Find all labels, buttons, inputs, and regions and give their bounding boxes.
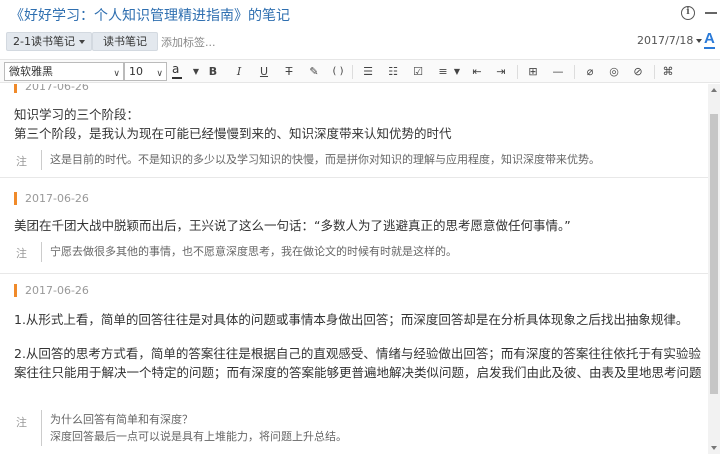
note-item: 2017-06-26 1.从形式上看，简单的回答往往是对具体的问题或事情本身做出… — [0, 282, 708, 454]
tag-chip[interactable]: 读书笔记 — [92, 32, 158, 51]
horizontal-rule-icon[interactable]: — — [551, 63, 565, 80]
note-text[interactable]: 案往往只能用于解决一个特定的问题；而有深度的答案能够更普遍地解决类似问题，启发我… — [14, 364, 702, 382]
italic-button[interactable]: I — [232, 63, 246, 80]
scroll-up-icon[interactable] — [711, 88, 717, 92]
date-label: 2017/7/18 — [637, 34, 694, 47]
comment-text[interactable]: 深度回答最后一点可以说是具有上堆能力，将问题上升总结。 — [50, 429, 347, 445]
numbered-list-icon[interactable]: ☷ — [386, 63, 400, 80]
font-family-select[interactable]: 微软雅黑 ∨ — [4, 62, 124, 81]
comment-bar — [41, 242, 42, 262]
font-family-value: 微软雅黑 — [9, 65, 53, 78]
note-text[interactable]: 知识学习的三个阶段： — [14, 106, 139, 124]
font-size-value: 10 — [129, 65, 143, 78]
toolbar-divider — [574, 65, 575, 79]
chevron-down-icon: ∨ — [156, 69, 163, 79]
chevron-down-icon: ∨ — [113, 69, 120, 79]
date-selector[interactable]: 2017/7/18 — [637, 34, 703, 47]
comment-text[interactable]: 这是目前的时代。不是知识的多少以及学习知识的快慢，而是拼你对知识的理解与应用程度… — [50, 152, 600, 168]
format-toolbar: 微软雅黑 ∨ 10 ∨ a ▼ B I U T ✎ ( ) ☰ ☷ ☑ ≡ ▼ ⇤ … — [0, 59, 720, 83]
title-bar: 《好好学习：个人知识管理精进指南》的笔记 i — [0, 0, 720, 28]
highlight-icon[interactable]: ✎ — [307, 63, 321, 80]
note-date: 2017-06-26 — [14, 192, 89, 205]
underline-button[interactable]: U — [257, 63, 271, 80]
toolbar-divider — [517, 65, 518, 79]
note-text[interactable]: 第三个阶段，是我认为现在可能已经慢慢到来的、知识深度带来认知优势的时代 — [14, 125, 452, 143]
scrollbar-thumb[interactable] — [710, 114, 718, 394]
bold-button[interactable]: B — [206, 63, 220, 80]
info-icon[interactable]: i — [681, 6, 695, 20]
text-color-label: a — [172, 62, 180, 76]
note-item: 2017-06-26 知识学习的三个阶段： 第三个阶段，是我认为现在可能已经慢慢… — [0, 84, 708, 186]
table-icon[interactable]: ⊞ — [526, 63, 540, 80]
scroll-down-icon[interactable] — [711, 446, 717, 450]
strikethrough-button[interactable]: T — [282, 63, 296, 80]
notebook-selector[interactable]: 2-1读书笔记 — [6, 32, 92, 51]
font-settings-icon[interactable]: A — [704, 31, 715, 49]
comment-text[interactable]: 宁愿去做很多其他的事情，也不愿意深度思考，我在做论文的时候有时就是这样的。 — [50, 244, 457, 260]
note-divider — [0, 177, 708, 178]
image-icon[interactable]: ◎ — [607, 63, 621, 80]
note-text[interactable]: 1.从形式上看，简单的回答往往是对具体的问题或事情本身做出回答；而深度回答却是在… — [14, 311, 688, 329]
toolbar-divider — [352, 65, 353, 79]
font-size-select[interactable]: 10 ∨ — [124, 62, 167, 81]
note-text[interactable]: 美团在千团大战中脱颖而出后，王兴说了这么一句话：“多数人为了逃避真正的思考愿意做… — [14, 217, 571, 235]
shortcut-button[interactable]: ⌘ — [661, 63, 675, 80]
bullet-list-icon[interactable]: ☰ — [361, 63, 375, 80]
outdent-icon[interactable]: ⇤ — [470, 63, 484, 80]
note-date: 2017-06-26 — [14, 284, 89, 297]
note-meta-bar: 2-1读书笔记 读书笔记 添加标签... 2017/7/18 A — [0, 30, 720, 52]
link-icon[interactable]: ⊘ — [631, 63, 645, 80]
note-divider — [0, 273, 708, 274]
text-color-dropdown-icon[interactable]: ▼ — [189, 63, 203, 80]
comment-label: 注 — [16, 155, 27, 168]
indent-icon[interactable]: ⇥ — [494, 63, 508, 80]
align-dropdown-icon[interactable]: ▼ — [450, 63, 464, 80]
note-date: 2017-06-26 — [14, 84, 89, 93]
comment-bar — [41, 150, 42, 170]
checkbox-list-icon[interactable]: ☑ — [411, 63, 425, 80]
code-button[interactable]: ( ) — [331, 63, 345, 80]
toolbar-divider — [654, 65, 655, 79]
minimize-icon[interactable] — [705, 12, 717, 14]
comment-bar — [41, 410, 42, 446]
notebook-label: 2-1读书笔记 — [13, 35, 75, 48]
window-title: 《好好学习：个人知识管理精进指南》的笔记 — [10, 8, 290, 24]
color-swatch — [172, 77, 182, 79]
add-tag-input[interactable]: 添加标签... — [161, 34, 216, 50]
attachment-icon[interactable]: ⌀ — [583, 63, 597, 80]
chevron-down-icon — [78, 40, 85, 44]
note-text[interactable]: 2.从回答的思考方式看，简单的答案往往是根据自己的直观感受、情绪与经验做出回答；… — [14, 345, 701, 363]
notes-content: 2017-06-26 知识学习的三个阶段： 第三个阶段，是我认为现在可能已经慢慢… — [0, 84, 708, 454]
comment-label: 注 — [16, 416, 27, 429]
comment-text[interactable]: 为什么回答有简单和有深度？ — [50, 412, 193, 428]
note-item: 2017-06-26 美团在千团大战中脱颖而出后，王兴说了这么一句话：“多数人为… — [0, 190, 708, 270]
comment-label: 注 — [16, 247, 27, 260]
chevron-down-icon — [696, 39, 703, 43]
align-icon[interactable]: ≡ — [436, 63, 450, 80]
text-color-button[interactable]: a — [172, 62, 182, 79]
